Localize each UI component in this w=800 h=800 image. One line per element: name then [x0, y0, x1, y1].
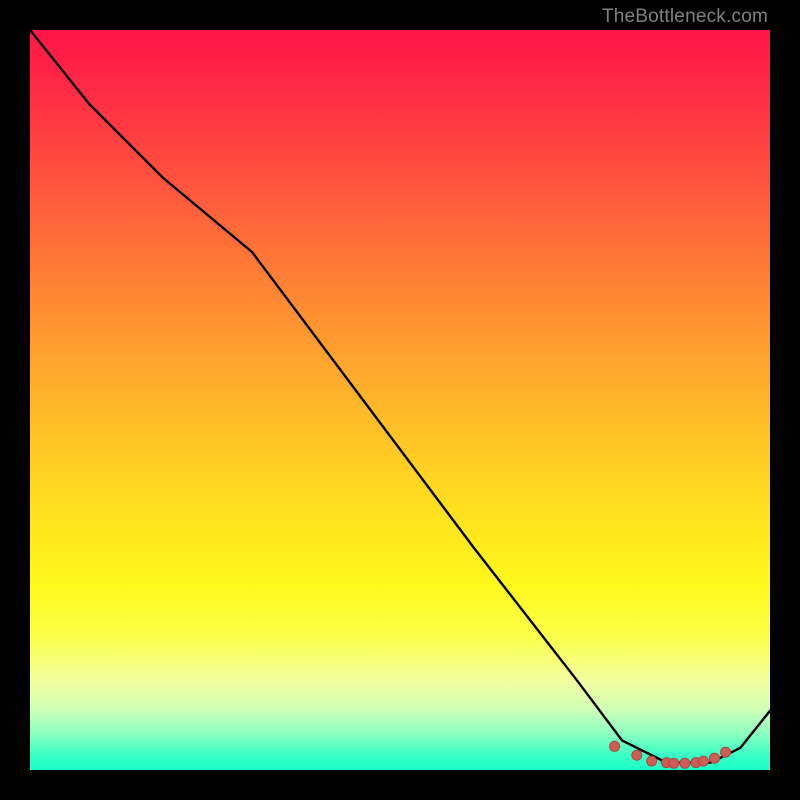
plot-area: [30, 30, 770, 770]
marker-point: [647, 756, 657, 766]
marker-point: [669, 758, 679, 768]
marker-point: [632, 750, 642, 760]
marker-point: [721, 747, 731, 757]
marker-point: [710, 753, 720, 763]
chart-frame: TheBottleneck.com: [0, 0, 800, 800]
minimum-markers: [610, 741, 731, 768]
overlay-svg: [30, 30, 770, 770]
marker-point: [680, 758, 690, 768]
marker-point: [698, 756, 708, 766]
marker-point: [610, 741, 620, 751]
bottleneck-line: [30, 30, 770, 763]
watermark-text: TheBottleneck.com: [602, 6, 768, 28]
